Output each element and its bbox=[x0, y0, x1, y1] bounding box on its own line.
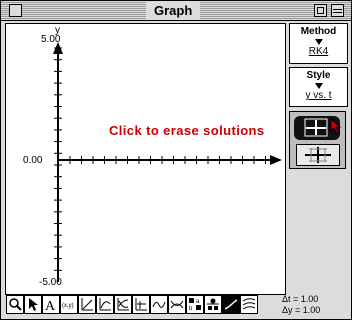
axes-graphic bbox=[53, 42, 282, 282]
direction-field-tool[interactable] bbox=[132, 295, 150, 314]
svg-text:(x,y): (x,y) bbox=[62, 303, 74, 309]
step-readouts: Δt = 1.00 Δy = 1.00 bbox=[282, 294, 320, 316]
style-dropdown-icon[interactable] bbox=[314, 83, 323, 89]
style-selector[interactable]: Style y vs. t bbox=[289, 67, 348, 107]
zoom-icon bbox=[9, 298, 22, 311]
y-max-label: 5.00 bbox=[41, 34, 61, 45]
equilibrium-icon bbox=[170, 300, 184, 309]
style-title: Style bbox=[306, 70, 331, 81]
slope-field-tool[interactable] bbox=[96, 295, 114, 314]
flow-icon: ab bbox=[189, 298, 201, 312]
arrow-cursor-icon bbox=[29, 298, 38, 311]
solution-curve-tool[interactable] bbox=[114, 295, 132, 314]
solution-curve-icon bbox=[117, 298, 129, 311]
method-selector[interactable]: Method RK4 bbox=[289, 23, 348, 64]
y-zero-label: 0.00 bbox=[23, 155, 43, 166]
zoom-box[interactable] bbox=[314, 4, 327, 17]
selected-curve-tool[interactable] bbox=[222, 295, 240, 314]
title-bar[interactable]: Graph bbox=[1, 1, 351, 21]
multi-curve-tool[interactable] bbox=[240, 295, 258, 314]
line-tool[interactable] bbox=[78, 295, 96, 314]
collapse-box[interactable] bbox=[331, 4, 344, 17]
zoom-tool[interactable] bbox=[6, 295, 24, 314]
flow-tool[interactable]: ab bbox=[186, 295, 204, 314]
slope-field-icon bbox=[99, 298, 111, 311]
text-tool[interactable]: A bbox=[42, 295, 60, 314]
direction-field-icon bbox=[135, 298, 147, 311]
phase-curve-icon bbox=[152, 301, 166, 308]
graph-window: Graph y 5.00 0.00 -5.00 Click to erase s… bbox=[0, 0, 352, 320]
svg-text:b: b bbox=[189, 306, 193, 312]
equilibrium-tool[interactable] bbox=[168, 295, 186, 314]
grid-toggle-button[interactable] bbox=[296, 144, 340, 166]
multi-curve-icon bbox=[242, 298, 256, 310]
y-min-label: -5.00 bbox=[39, 277, 62, 288]
method-dropdown-icon[interactable] bbox=[314, 39, 323, 45]
arrow-tool[interactable] bbox=[24, 295, 42, 314]
erase-solutions-message: Click to erase solutions bbox=[109, 123, 265, 138]
style-value[interactable]: y vs. t bbox=[290, 90, 347, 101]
coordinate-tool[interactable]: (x,y) bbox=[60, 295, 78, 314]
dt-readout: Δt = 1.00 bbox=[282, 294, 319, 304]
svg-text:A: A bbox=[45, 299, 56, 313]
text-tool-icon: A bbox=[45, 299, 56, 313]
mouse-pointer-icon bbox=[330, 118, 342, 134]
method-value[interactable]: RK4 bbox=[290, 46, 347, 57]
graph-tool-icon bbox=[207, 298, 219, 310]
plot-area[interactable]: y 5.00 0.00 -5.00 Click to erase solutio… bbox=[5, 23, 286, 295]
method-title: Method bbox=[300, 26, 337, 37]
window-title: Graph bbox=[146, 2, 201, 19]
svg-text:a: a bbox=[196, 299, 200, 305]
selected-curve-icon bbox=[224, 299, 238, 310]
phase-curve-tool[interactable] bbox=[150, 295, 168, 314]
dy-readout: Δy = 1.00 bbox=[282, 305, 321, 315]
close-box[interactable] bbox=[9, 4, 22, 17]
graph-tool[interactable] bbox=[204, 295, 222, 314]
grid-icon bbox=[305, 147, 331, 163]
line-tool-icon bbox=[81, 298, 93, 311]
bottom-toolbar: A (x,y) ab bbox=[6, 295, 269, 315]
coordinate-readout-icon: (x,y) bbox=[62, 303, 74, 309]
